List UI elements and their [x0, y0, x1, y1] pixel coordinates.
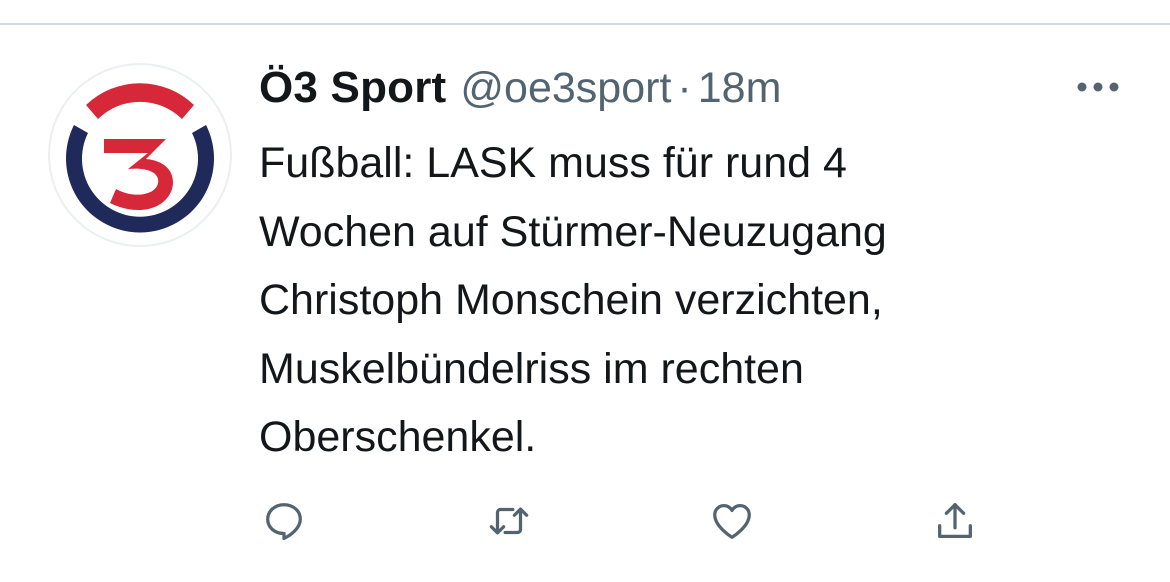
retweet-icon: [489, 507, 529, 535]
retweet-button[interactable]: [481, 493, 537, 549]
separator-dot: ·: [677, 64, 692, 112]
share-icon: [938, 503, 972, 538]
tweet-text-line: Fußball: LASK muss für rund 4: [259, 139, 847, 187]
display-name[interactable]: Ö3 Sport: [259, 63, 446, 113]
tweet-header: Ö3 Sport @oe3sport · 18m: [259, 63, 781, 119]
heart-icon: [713, 504, 751, 539]
tweet-text: Fußball: LASK muss für rund 4 Wochen auf…: [259, 129, 1119, 472]
tweet-text-line: Oberschenkel.: [259, 413, 537, 461]
tweet[interactable]: Ö3 Sport @oe3sport · 18m Fußball: LASK m…: [0, 25, 1170, 582]
tweet-text-line: Christoph Monschein verzichten,: [259, 276, 883, 324]
reply-icon: [266, 503, 302, 541]
user-handle[interactable]: @oe3sport: [460, 64, 671, 113]
like-button[interactable]: [704, 493, 760, 549]
oe3-logo-icon: [66, 83, 215, 233]
more-icon: [1077, 82, 1119, 92]
tweet-text-line: Wochen auf Stürmer-Neuzugang: [259, 207, 887, 256]
share-button[interactable]: [927, 493, 983, 549]
timestamp[interactable]: 18m: [698, 64, 782, 113]
more-options-button[interactable]: [1068, 71, 1128, 103]
reply-button[interactable]: [256, 493, 312, 549]
tweet-actions: [0, 493, 1170, 549]
tweet-text-line: Muskelbündelriss im rechten: [259, 344, 804, 393]
avatar[interactable]: [48, 63, 232, 247]
